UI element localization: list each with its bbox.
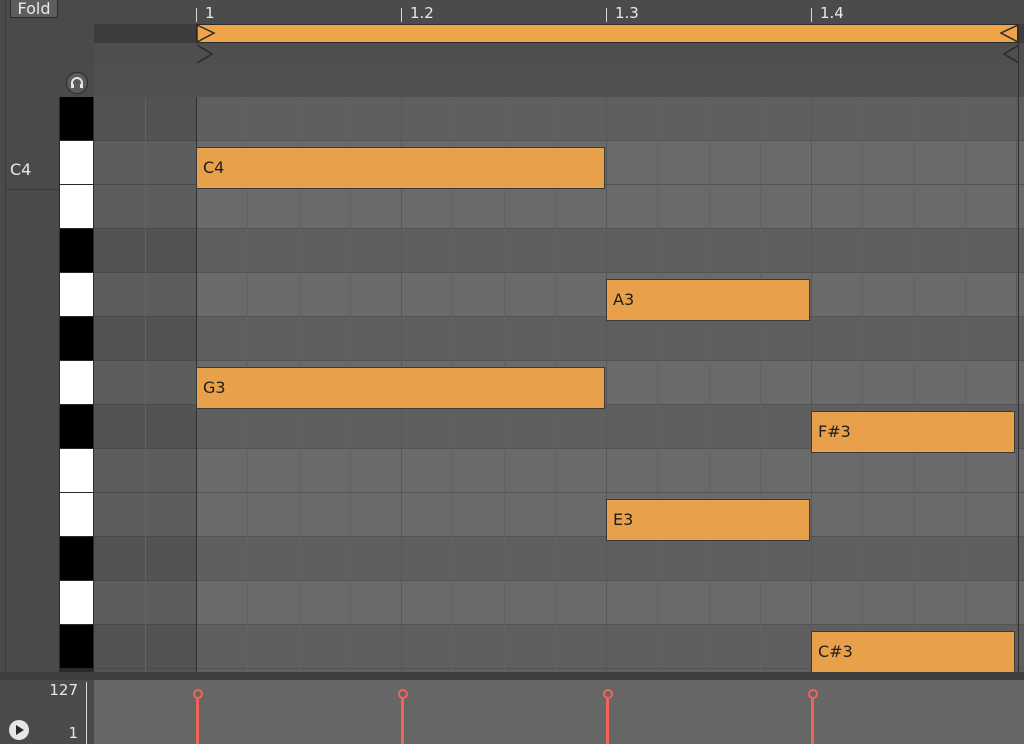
midi-note[interactable]: G3 [196, 367, 605, 409]
bar-tick [606, 8, 607, 22]
pitch-lane[interactable] [94, 97, 1024, 141]
piano-key[interactable] [60, 493, 93, 536]
piano-key[interactable] [60, 405, 93, 448]
pitch-lane[interactable] [94, 537, 1024, 581]
marker-row [94, 43, 1024, 65]
bar-label: 1.3 [615, 4, 639, 22]
piano-key[interactable] [60, 141, 93, 184]
midi-note[interactable]: C#3 [811, 631, 1015, 673]
grid-line [965, 97, 966, 672]
play-icon[interactable] [9, 720, 29, 740]
grid-line [657, 97, 658, 672]
pitch-lane[interactable] [94, 229, 1024, 273]
grid-line [862, 97, 863, 672]
piano-key[interactable] [60, 581, 93, 624]
velocity-handle[interactable] [807, 689, 818, 699]
bar-tick [196, 8, 197, 22]
grid-line [914, 97, 915, 672]
pitch-lane[interactable] [94, 449, 1024, 493]
pitch-lane[interactable] [94, 317, 1024, 361]
midi-note[interactable]: F#3 [811, 411, 1015, 453]
velocity-lane[interactable] [94, 680, 1024, 744]
grid-line [811, 97, 812, 672]
timeline-ruler[interactable] [94, 0, 1024, 24]
grid-line [709, 97, 710, 672]
pitch-lane[interactable] [94, 493, 1024, 537]
piano-key[interactable] [60, 185, 93, 228]
velocity-handle[interactable] [192, 689, 203, 699]
grid-line [145, 97, 146, 672]
velocity-stem[interactable] [811, 698, 814, 744]
grid-line [606, 97, 607, 672]
piano-key[interactable] [60, 229, 93, 272]
loop-start-handle-icon[interactable] [196, 24, 216, 43]
pitch-lane[interactable] [94, 273, 1024, 317]
c4-key-label: C4 [10, 160, 32, 179]
velocity-min-label: 1 [68, 724, 78, 742]
pitch-lane[interactable] [94, 581, 1024, 625]
piano-key[interactable] [60, 625, 93, 668]
velocity-lane-separator[interactable] [0, 672, 1024, 680]
piano-key[interactable] [60, 317, 93, 360]
bar-label: 1.2 [410, 4, 434, 22]
velocity-scale [86, 682, 92, 744]
midi-note[interactable]: E3 [606, 499, 810, 541]
velocity-max-label: 127 [49, 681, 78, 699]
midi-note[interactable]: A3 [606, 279, 810, 321]
left-panel-border [5, 0, 6, 672]
piano-key[interactable] [60, 273, 93, 316]
piano-key[interactable] [60, 97, 93, 140]
piano-key[interactable] [60, 537, 93, 580]
pitch-lane[interactable] [94, 185, 1024, 229]
fold-button[interactable]: Fold [10, 0, 58, 18]
velocity-handle[interactable] [602, 689, 613, 699]
bar-tick [401, 8, 402, 22]
start-marker-icon[interactable] [196, 43, 214, 65]
loop-brace[interactable] [196, 24, 1018, 43]
velocity-stem[interactable] [196, 698, 199, 744]
piano-key[interactable] [60, 361, 93, 404]
bar-tick [811, 8, 812, 22]
midi-note[interactable]: C4 [196, 147, 605, 189]
bar-label: 1.4 [820, 4, 844, 22]
grid-line [760, 97, 761, 672]
velocity-stem[interactable] [401, 698, 404, 744]
velocity-stem[interactable] [606, 698, 609, 744]
clip-end-line [1018, 24, 1019, 672]
bar-label: 1 [205, 4, 215, 22]
velocity-handle[interactable] [397, 689, 408, 699]
c4-key-divider [6, 189, 60, 190]
grid-line [1016, 97, 1017, 672]
piano-key[interactable] [60, 449, 93, 492]
note-header-row [94, 65, 1024, 98]
loop-end-handle-icon[interactable] [1000, 24, 1020, 43]
headphones-icon[interactable] [66, 72, 88, 94]
